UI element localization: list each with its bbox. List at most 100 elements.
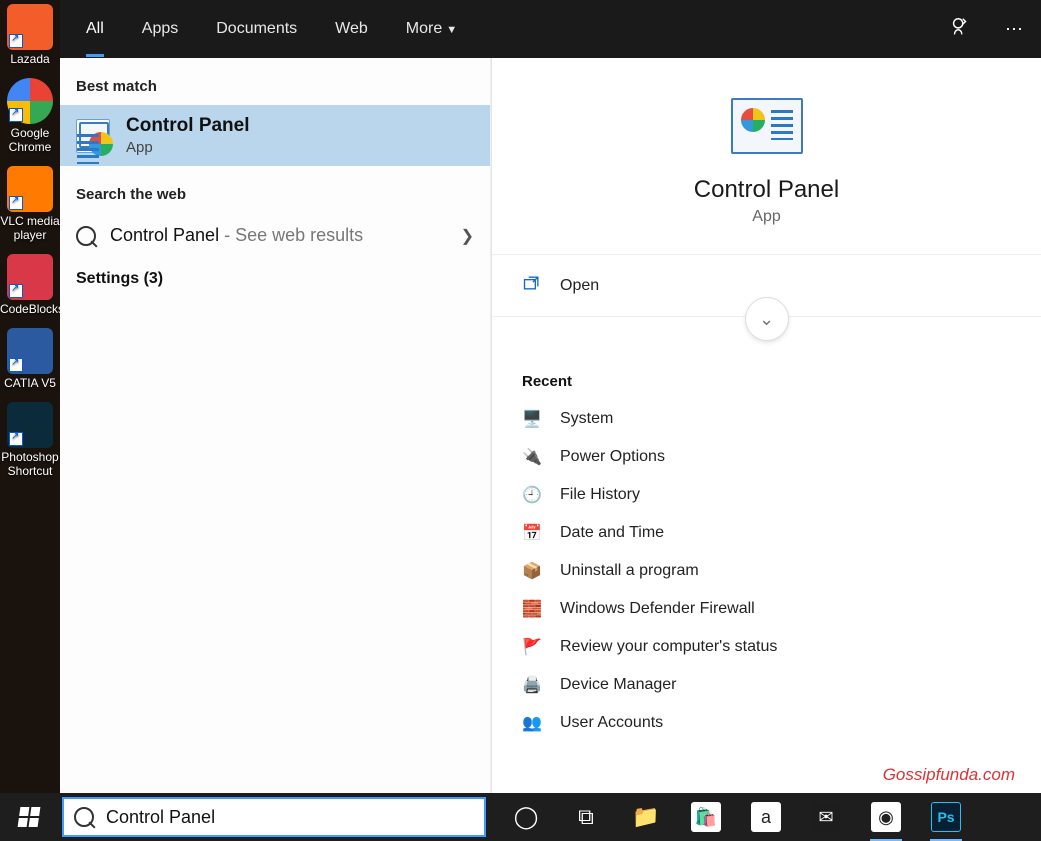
- recent-item[interactable]: 👥User Accounts: [522, 704, 1011, 742]
- search-panel: All Apps Documents Web More▼ ⋯ Best match Co…: [60, 0, 1041, 793]
- cortana-icon[interactable]: ◯: [496, 793, 556, 841]
- more-options-icon[interactable]: ⋯: [1005, 19, 1023, 40]
- recent-item-icon: 🔌: [522, 447, 542, 467]
- shortcut-badge-icon: [9, 432, 23, 446]
- open-icon: [522, 273, 542, 298]
- app-icon: [7, 328, 53, 374]
- web-result-text: Control Panel - See web results: [110, 225, 447, 246]
- desktop-shortcut[interactable]: Google Chrome: [0, 74, 60, 162]
- recent-item[interactable]: 🖥️ System: [522, 400, 1011, 438]
- desktop-area: Lazada Google Chrome VLC media player CodeB…: [0, 0, 60, 793]
- desktop-shortcut[interactable]: Photoshop Shortcut: [0, 398, 60, 486]
- taskbar-app-glyph: ✉: [811, 802, 841, 832]
- photoshop-icon[interactable]: Ps: [916, 793, 976, 841]
- recent-item[interactable]: 🕘 File History: [522, 476, 1011, 514]
- recent-item[interactable]: 📅 Date and Time: [522, 514, 1011, 552]
- desktop-label: VLC media player: [0, 214, 60, 242]
- desktop-label: Photoshop Shortcut: [0, 450, 60, 478]
- shortcut-badge-icon: [9, 108, 23, 122]
- recent-item-icon: 🖥️: [522, 409, 542, 429]
- amazon-icon[interactable]: a: [736, 793, 796, 841]
- taskbar-app-glyph: ⧉: [571, 802, 601, 832]
- tab-actions: ⋯: [949, 0, 1023, 58]
- web-query: Control Panel: [110, 225, 219, 245]
- results-column: Best match Control Panel App Search the …: [60, 58, 491, 793]
- recent-item-icon: 🖨️: [522, 675, 542, 695]
- search-icon: [74, 807, 94, 827]
- recent-item[interactable]: 🧱Windows Defender Firewall: [522, 590, 1011, 628]
- detail-header: Control Panel App: [492, 58, 1041, 255]
- search-web-header: Search the web: [60, 166, 490, 213]
- taskbar-icons: ◯ ⧉ 📁 🛍️ a ✉ ◉ Ps: [496, 793, 976, 841]
- taskbar-app-glyph: Ps: [931, 802, 961, 832]
- recent-item-icon: 🧱: [522, 599, 542, 619]
- taskview-icon[interactable]: ⧉: [556, 793, 616, 841]
- desktop-label: Google Chrome: [0, 126, 60, 154]
- recent-item[interactable]: 🔌Power Options: [522, 438, 1011, 476]
- taskbar-app-glyph: ◉: [871, 802, 901, 832]
- recent-item[interactable]: 📦 Uninstall a program: [522, 552, 1011, 590]
- settings-results-row[interactable]: Settings (3): [60, 258, 490, 300]
- tab-more[interactable]: More▼: [406, 2, 457, 57]
- search-icon: [76, 226, 96, 246]
- shortcut-badge-icon: [9, 284, 23, 298]
- explorer-icon[interactable]: 📁: [616, 793, 676, 841]
- taskbar-app-glyph: 🛍️: [691, 802, 721, 832]
- tab-web[interactable]: Web: [335, 2, 368, 57]
- windows-logo-icon: [18, 807, 41, 827]
- tab-documents[interactable]: Documents: [216, 2, 297, 57]
- shortcut-badge-icon: [9, 34, 23, 48]
- recent-item[interactable]: 🖨️ Device Manager: [522, 666, 1011, 704]
- detail-column: Control Panel App Open ⌄ Recent 🖥️System…: [491, 58, 1041, 793]
- chrome-icon[interactable]: ◉: [856, 793, 916, 841]
- app-icon: [7, 254, 53, 300]
- app-icon: [7, 4, 53, 50]
- app-icon: [7, 78, 53, 124]
- recent-item-label: Uninstall a program: [560, 562, 699, 580]
- shortcut-badge-icon: [9, 358, 23, 372]
- desktop-label: CATIA V5: [0, 376, 60, 390]
- desktop-shortcut[interactable]: Lazada: [0, 0, 60, 74]
- recent-item-label: Date and Time: [560, 524, 664, 542]
- recent-item-icon: 📦: [522, 561, 542, 581]
- recent-item-label: System: [560, 410, 613, 428]
- feedback-icon[interactable]: [949, 16, 971, 43]
- control-panel-large-icon: [731, 98, 803, 154]
- recent-item-label: Review your computer's status: [560, 638, 777, 656]
- recent-list: 🖥️ System 🔌Power Options 🕘 File History 📅 Date…: [522, 400, 1011, 742]
- search-tabs: All Apps Documents Web More▼ ⋯: [60, 0, 1041, 58]
- recent-item-icon: 🕘: [522, 485, 542, 505]
- desktop-label: CodeBlocks: [0, 302, 60, 316]
- recent-item-label: File History: [560, 486, 640, 504]
- recent-item[interactable]: 🚩 Review your computer's status: [522, 628, 1011, 666]
- app-icon: [7, 402, 53, 448]
- chevron-down-icon: ▼: [446, 24, 457, 36]
- start-button[interactable]: [0, 793, 58, 841]
- recent-item-label: Device Manager: [560, 676, 677, 694]
- mail-icon[interactable]: ✉: [796, 793, 856, 841]
- tab-all[interactable]: All: [86, 2, 104, 57]
- web-result-row[interactable]: Control Panel - See web results ❯: [60, 213, 490, 258]
- detail-title: Control Panel: [694, 176, 839, 204]
- desktop-shortcut[interactable]: CATIA V5: [0, 324, 60, 398]
- store-icon[interactable]: 🛍️: [676, 793, 736, 841]
- desktop-shortcut[interactable]: VLC media player: [0, 162, 60, 250]
- search-body: Best match Control Panel App Search the …: [60, 58, 1041, 793]
- detail-subtitle: App: [752, 208, 780, 226]
- search-input[interactable]: [106, 807, 474, 828]
- chevron-right-icon: ❯: [461, 226, 474, 246]
- recent-header: Recent: [522, 359, 1011, 400]
- tab-apps[interactable]: Apps: [142, 2, 178, 57]
- taskbar-app-glyph: ◯: [511, 802, 541, 832]
- best-match-result[interactable]: Control Panel App: [60, 105, 490, 166]
- recent-item-icon: 🚩: [522, 637, 542, 657]
- taskbar-search-box[interactable]: [62, 797, 486, 837]
- recent-item-icon: 📅: [522, 523, 542, 543]
- web-suffix: - See web results: [219, 225, 363, 245]
- best-match-text: Control Panel App: [126, 115, 250, 156]
- expand-button[interactable]: ⌄: [745, 297, 789, 341]
- recent-item-label: User Accounts: [560, 714, 663, 732]
- desktop-label: Lazada: [0, 52, 60, 66]
- desktop-shortcut[interactable]: CodeBlocks: [0, 250, 60, 324]
- taskbar-app-glyph: a: [751, 802, 781, 832]
